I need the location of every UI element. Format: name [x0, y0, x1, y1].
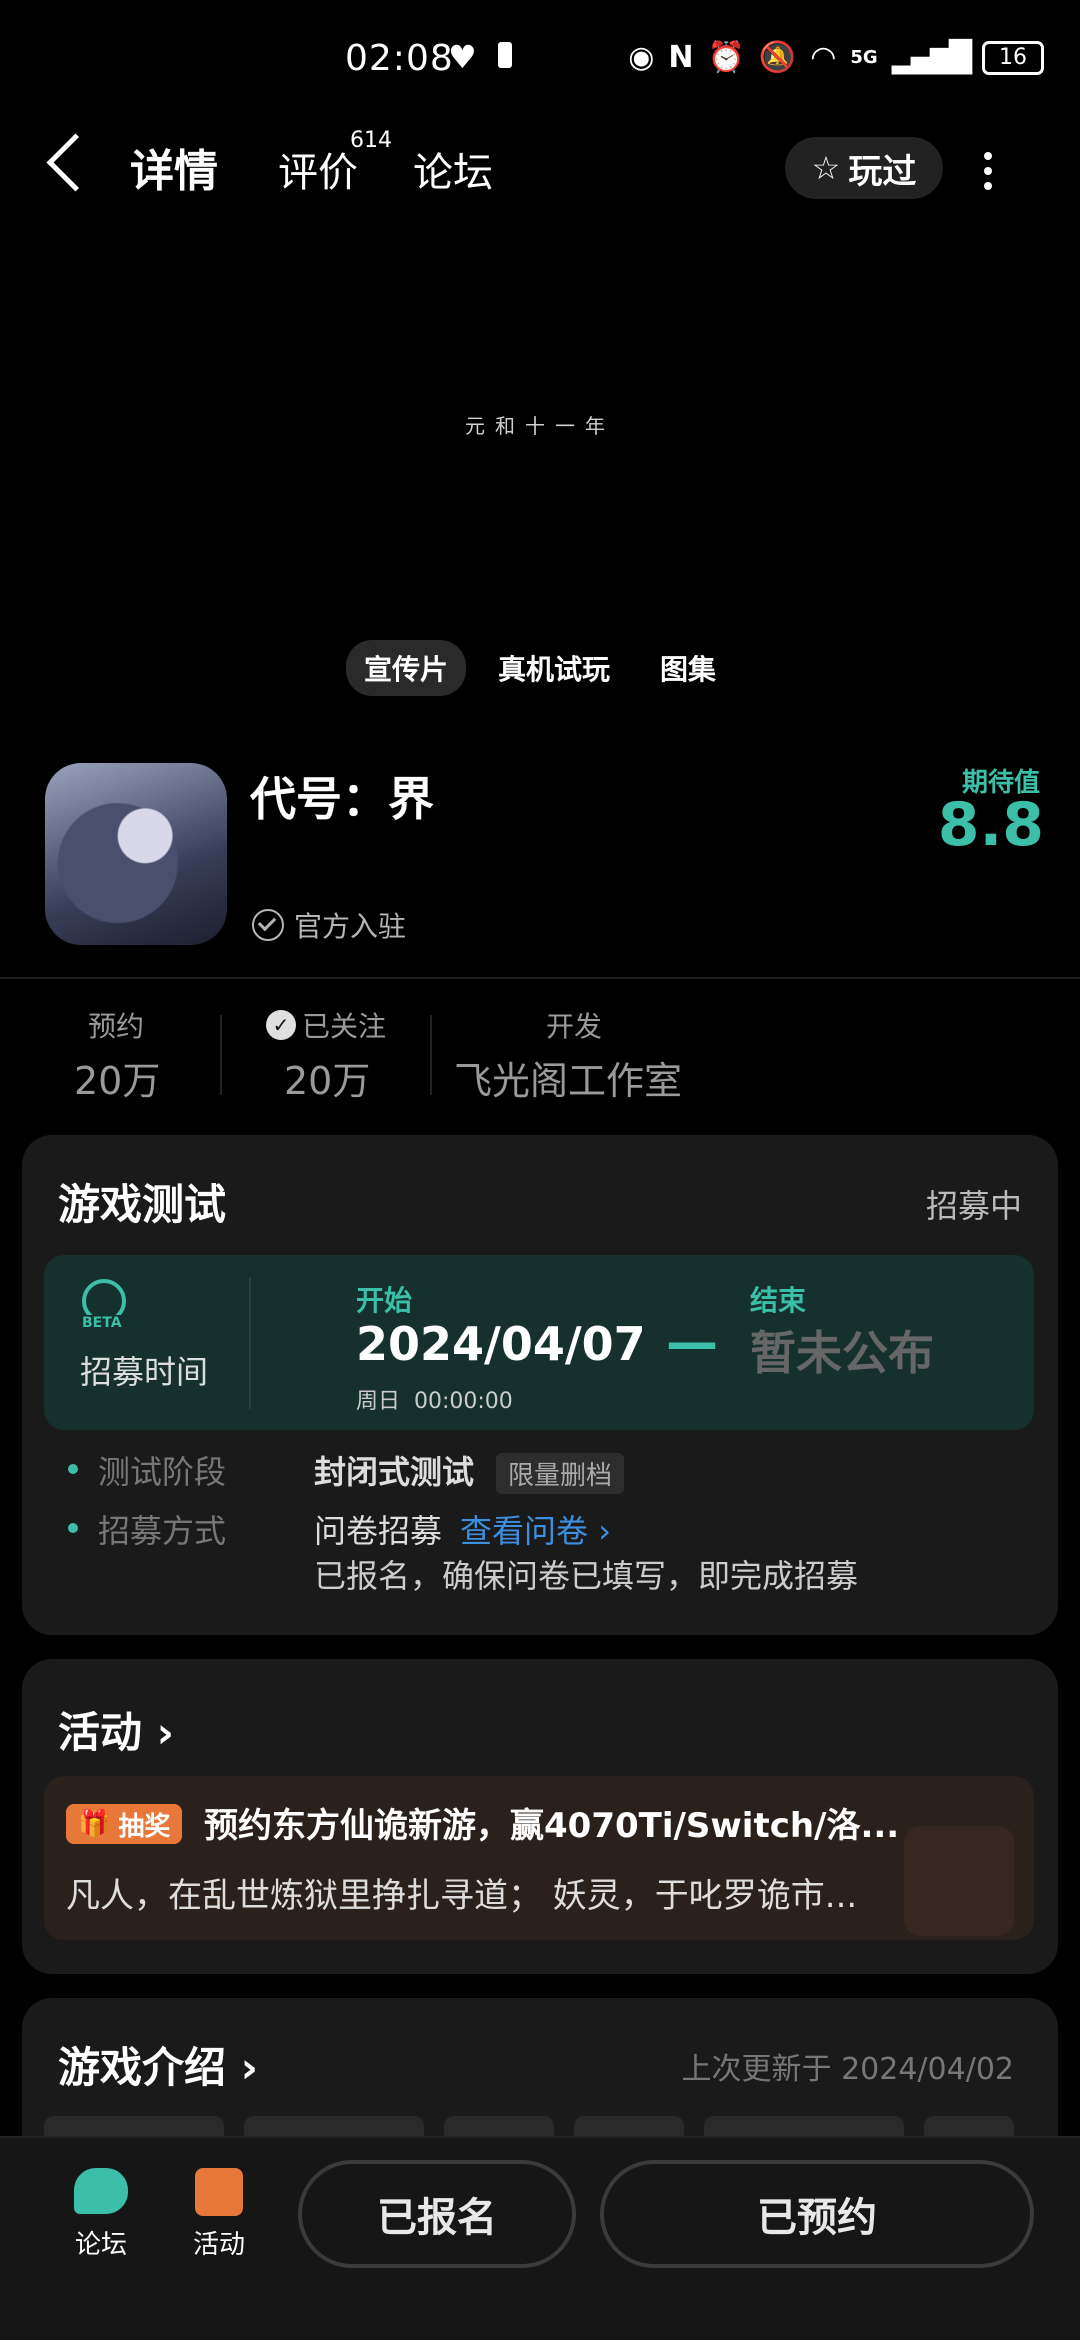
game-test-card: 游戏测试 招募中 BETA 招募时间 开始 2024/04/07 周日 00:0… — [22, 1135, 1058, 1635]
stat-follow-text: 已关注 — [302, 1010, 387, 1043]
lottery-badge: 🎁 抽奖 — [66, 1804, 183, 1844]
recruit-time-box: BETA 招募时间 开始 2024/04/07 周日 00:00:00 — 结束… — [44, 1255, 1034, 1430]
mute-icon: 🔕 — [758, 40, 797, 75]
battery-saver-icon — [498, 42, 512, 68]
intro-title-link[interactable]: 游戏介绍 › — [58, 2034, 258, 2095]
official-label: 官方入驻 — [294, 910, 407, 943]
recruit-status: 招募中 — [925, 1187, 1022, 1225]
status-time: 02:08 — [345, 38, 454, 79]
recruit-time-label: 招募时间 — [80, 1353, 209, 1391]
intro-title: 游戏介绍 — [58, 2043, 227, 2092]
stat-dev-value[interactable]: 飞光阁工作室 — [454, 1050, 682, 1105]
signal-icon: ▂▄▆█ — [891, 40, 972, 75]
official-badge: 官方入驻 — [252, 905, 406, 945]
stat-follow-value: 20万 — [284, 1059, 371, 1103]
gift-icon — [195, 2168, 243, 2216]
media-tab-gallery[interactable]: 图集 — [642, 640, 734, 696]
view-survey-label: 查看问卷 — [460, 1512, 589, 1550]
gift-watermark-icon — [904, 1826, 1014, 1936]
stat-dev-label: 开发 — [546, 1010, 603, 1043]
played-button[interactable]: ☆ 玩过 — [785, 137, 943, 199]
activity-headline: 预约东方仙诡新游，赢4070Ti/Switch/洛... — [204, 1806, 900, 1846]
back-icon[interactable] — [46, 133, 105, 192]
game-title: 代号：界 — [250, 772, 434, 826]
gift-icon: 🎁 — [78, 1809, 111, 1839]
media-tab-trailer[interactable]: 宣传片 — [345, 640, 466, 696]
start-sub: 周日 00:00:00 — [356, 1389, 513, 1414]
top-nav: 详情 评价 614 论坛 ☆ 玩过 — [0, 128, 1080, 210]
reserved-button[interactable]: 已预约 — [600, 2160, 1034, 2268]
bottom-bar: 论坛 活动 已报名 已预约 — [0, 2136, 1080, 2340]
status-bar: 02:08 ♥ ◉ N ⏰ 🔕 ◠ 5G ▂▄▆█ 16 — [0, 0, 1080, 120]
recruit-method-label: 招募方式 — [98, 1512, 227, 1550]
alarm-icon: ⏰ — [707, 40, 745, 75]
video-caption: 元和十一年 — [465, 414, 615, 438]
forum-label: 论坛 — [74, 2230, 127, 2260]
lottery-badge-label: 抽奖 — [118, 1811, 171, 1842]
tab-forum[interactable]: 论坛 — [413, 140, 493, 198]
stat-divider — [430, 1015, 432, 1095]
test-stage-tag: 限量删档 — [496, 1453, 625, 1494]
activity-label: 活动 — [192, 2230, 245, 2260]
bottom-activity-button[interactable]: 活动 — [184, 2168, 254, 2261]
recruit-box-divider — [249, 1277, 251, 1409]
start-label: 开始 — [356, 1284, 413, 1317]
activity-desc: 凡人，在乱世炼狱里挣扎寻道； 妖灵，于叱罗诡市... — [66, 1876, 858, 1916]
registered-button[interactable]: 已报名 — [298, 2160, 576, 2268]
start-date: 2024/04/07 — [356, 1317, 646, 1371]
bottom-forum-button[interactable]: 论坛 — [66, 2168, 136, 2261]
game-icon — [45, 763, 227, 945]
battery-icon: 16 — [982, 40, 1044, 75]
media-tab-gameplay[interactable]: 真机试玩 — [480, 640, 628, 696]
test-stage-label: 测试阶段 — [98, 1453, 227, 1491]
star-icon: ☆ — [811, 149, 841, 187]
beta-badge: BETA — [80, 1315, 124, 1331]
bullet-dot — [68, 1523, 78, 1533]
test-stage-value: 封闭式测试 — [314, 1453, 475, 1491]
arrow-icon: — — [666, 1313, 718, 1373]
chevron-right-icon: › — [142, 1708, 174, 1757]
video-player[interactable]: 元和十一年 宣传片 真机试玩 图集 — [0, 210, 1080, 730]
tab-review[interactable]: 评价 — [278, 140, 358, 198]
check-circle-icon — [252, 909, 284, 941]
heart-check-icon: ✓ — [266, 1010, 296, 1040]
game-test-title: 游戏测试 — [58, 1180, 227, 1229]
recruit-method-value: 问卷招募 — [314, 1512, 443, 1550]
view-survey-link[interactable]: 查看问卷 › — [460, 1506, 611, 1552]
end-label: 结束 — [750, 1284, 807, 1317]
nfc-icon: N — [668, 40, 694, 75]
expect-value: 8.8 — [937, 790, 1044, 860]
intro-updated: 上次更新于 2024/04/02 — [681, 2052, 1014, 2087]
activity-title-link[interactable]: 活动 › — [58, 1699, 174, 1760]
recruit-note: 已报名，确保问卷已填写，即完成招募 — [314, 1557, 859, 1595]
more-icon[interactable] — [984, 152, 992, 197]
activity-title: 活动 — [58, 1708, 143, 1757]
heart-icon: ♥ — [448, 38, 477, 76]
eye-icon: ◉ — [628, 40, 655, 75]
end-value: 暂未公布 — [750, 1326, 934, 1380]
divider — [0, 977, 1080, 979]
status-icons: ◉ N ⏰ 🔕 ◠ 5G ▂▄▆█ 16 — [628, 40, 1044, 75]
played-label: 玩过 — [848, 151, 917, 192]
stat-divider — [220, 1015, 222, 1095]
wifi-icon: ◠ — [810, 40, 837, 75]
tab-detail[interactable]: 详情 — [130, 135, 218, 199]
forum-chat-icon — [74, 2168, 128, 2214]
stat-follow-label: ✓ 已关注 — [266, 1005, 386, 1045]
activity-item[interactable]: 🎁 抽奖 预约东方仙诡新游，赢4070Ti/Switch/洛... 凡人，在乱世炼… — [44, 1776, 1034, 1940]
network-type: 5G — [850, 47, 878, 68]
stat-reserve-value: 20万 — [74, 1059, 161, 1103]
activity-card: 活动 › 🎁 抽奖 预约东方仙诡新游，赢4070Ti/Switch/洛... 凡人… — [22, 1659, 1058, 1974]
bullet-dot — [68, 1464, 78, 1474]
chevron-right-icon: › — [226, 2043, 258, 2092]
review-count-badge: 614 — [350, 128, 392, 153]
media-tabs: 宣传片 真机试玩 图集 — [0, 640, 1080, 696]
chevron-right-icon: › — [588, 1512, 611, 1550]
stat-reserve-label: 预约 — [88, 1010, 145, 1043]
